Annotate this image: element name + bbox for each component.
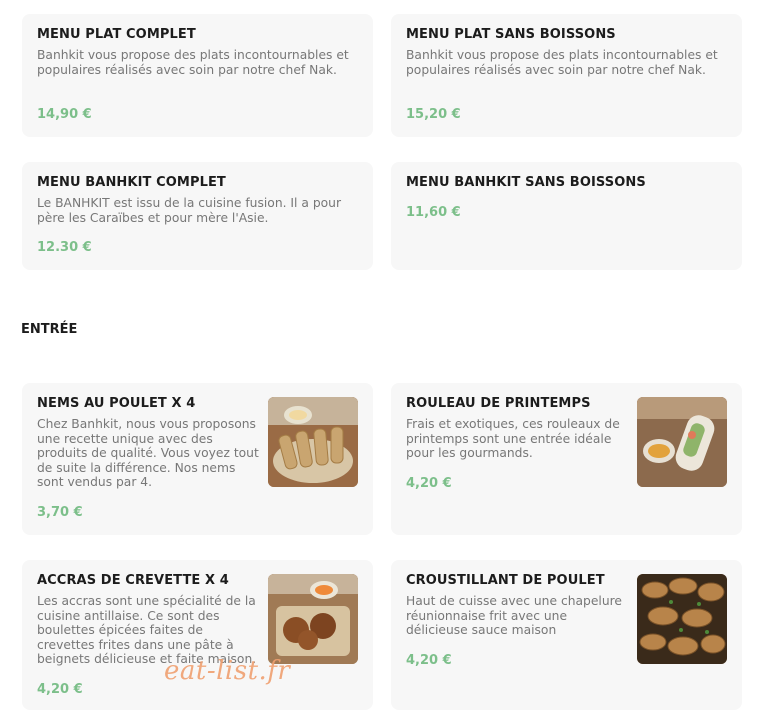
- section-title-entree: ENTRÉE: [21, 322, 78, 337]
- menu-card-banhkit-complet[interactable]: MENU BANHKIT COMPLET Le BANHKIT est issu…: [22, 162, 373, 270]
- item-description: Banhkit vous propose des plats incontour…: [406, 48, 718, 77]
- item-title: MENU BANHKIT COMPLET: [37, 175, 226, 190]
- menu-card-plat-complet[interactable]: MENU PLAT COMPLET Banhkit vous propose d…: [22, 14, 373, 137]
- item-title: MENU PLAT COMPLET: [37, 27, 196, 42]
- item-title: MENU BANHKIT SANS BOISSONS: [406, 175, 646, 190]
- item-price: 3,70 €: [37, 505, 83, 520]
- fried-chicken-photo[interactable]: [637, 574, 727, 664]
- entree-card-rouleau-printemps[interactable]: ROULEAU DE PRINTEMPS Frais et exotiques,…: [391, 383, 742, 535]
- item-description: Le BANHKIT est issu de la cuisine fusion…: [37, 196, 342, 225]
- entree-card-croustillant-poulet[interactable]: CROUSTILLANT DE POULET Haut de cuisse av…: [391, 560, 742, 710]
- item-price: 15,20 €: [406, 107, 461, 122]
- item-title: MENU PLAT SANS BOISSONS: [406, 27, 616, 42]
- item-price: 11,60 €: [406, 205, 461, 220]
- watermark: eat-list.fr: [164, 656, 291, 686]
- item-price: 4,20 €: [406, 476, 452, 491]
- entree-card-accras[interactable]: ACCRAS DE CREVETTE X 4 Les accras sont u…: [22, 560, 373, 710]
- item-price: 14,90 €: [37, 107, 92, 122]
- item-price: 4,20 €: [37, 682, 83, 697]
- item-price: 4,20 €: [406, 653, 452, 668]
- spring-roll-photo[interactable]: [637, 397, 727, 487]
- item-description: Haut de cuisse avec une chapelure réunio…: [406, 594, 622, 638]
- item-price: 12.30 €: [37, 240, 92, 255]
- nems-photo[interactable]: [268, 397, 358, 487]
- item-description: Chez Banhkit, nous vous proposons une re…: [37, 417, 259, 490]
- entree-card-nems[interactable]: NEMS AU POULET X 4 Chez Banhkit, nous vo…: [22, 383, 373, 535]
- accras-photo[interactable]: [268, 574, 358, 664]
- item-description: Frais et exotiques, ces rouleaux de prin…: [406, 417, 620, 461]
- item-description: Banhkit vous propose des plats incontour…: [37, 48, 349, 77]
- menu-card-banhkit-sans-boissons[interactable]: MENU BANHKIT SANS BOISSONS 11,60 €: [391, 162, 742, 270]
- menu-card-plat-sans-boissons[interactable]: MENU PLAT SANS BOISSONS Banhkit vous pro…: [391, 14, 742, 137]
